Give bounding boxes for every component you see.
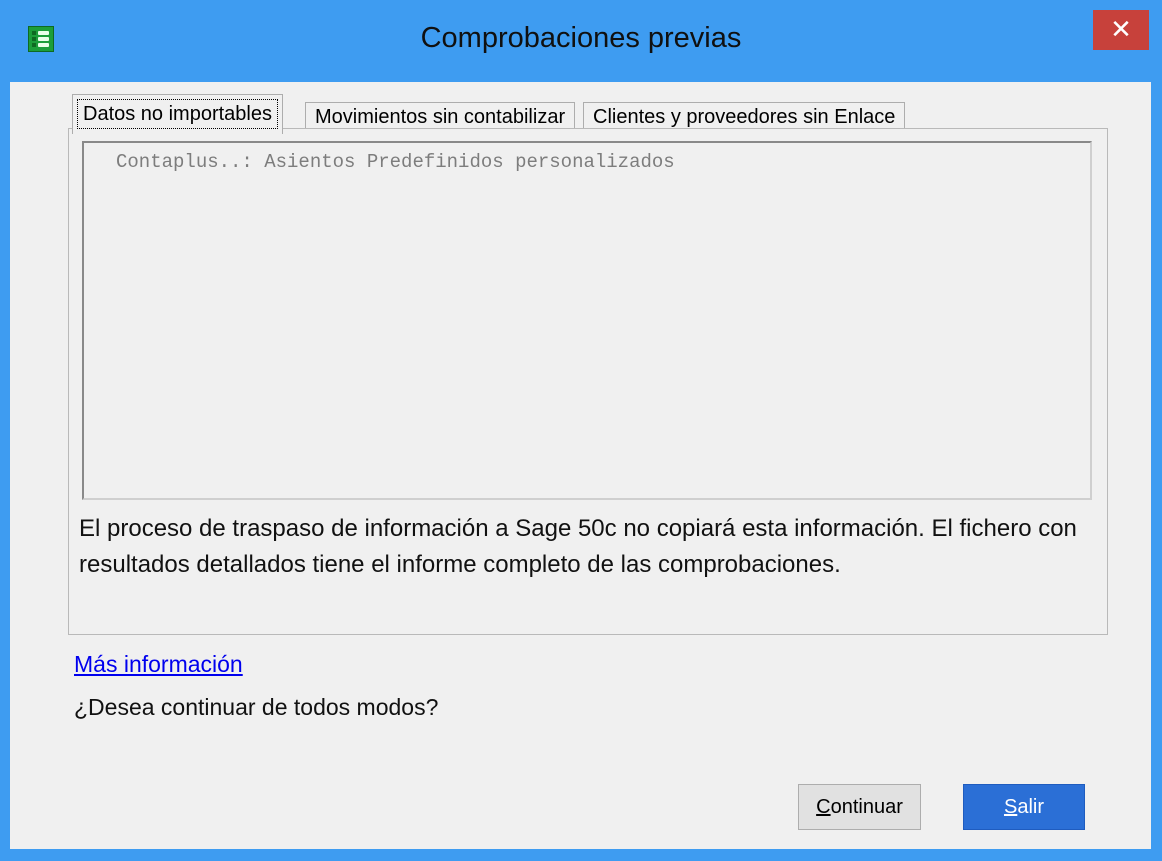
results-listbox[interactable]: Contaplus..: Asientos Predefinidos perso… — [82, 141, 1092, 500]
exit-mnemonic: S — [1003, 796, 1018, 818]
continue-mnemonic: C — [816, 796, 831, 818]
title-bar[interactable]: Comprobaciones previas ✕ — [0, 0, 1162, 82]
dialog-window: Comprobaciones previas ✕ Datos no import… — [0, 0, 1162, 861]
continue-button[interactable]: Continuar — [798, 784, 921, 830]
more-info-link[interactable]: Más información — [74, 651, 243, 678]
continue-label-rest: ontinuar — [830, 796, 903, 818]
list-item[interactable]: Contaplus..: Asientos Predefinidos perso… — [116, 151, 675, 173]
tab-panel: Contaplus..: Asientos Predefinidos perso… — [68, 128, 1108, 635]
info-text: El proceso de traspaso de información a … — [79, 515, 1077, 578]
tab-datos-no-importables[interactable]: Datos no importables — [72, 94, 283, 134]
dialog-body: Datos no importables Movimientos sin con… — [10, 82, 1151, 849]
close-icon[interactable]: ✕ — [1093, 10, 1149, 50]
exit-label-rest: alir — [1017, 796, 1044, 818]
continue-question: ¿Desea continuar de todos modos? — [74, 694, 439, 720]
exit-button[interactable]: Salir — [963, 784, 1085, 830]
tab-label: Movimientos sin contabilizar — [315, 106, 566, 128]
tab-label: Datos no importables — [77, 99, 278, 129]
tab-label: Clientes y proveedores sin Enlace — [593, 106, 896, 128]
window-title: Comprobaciones previas — [420, 22, 742, 54]
